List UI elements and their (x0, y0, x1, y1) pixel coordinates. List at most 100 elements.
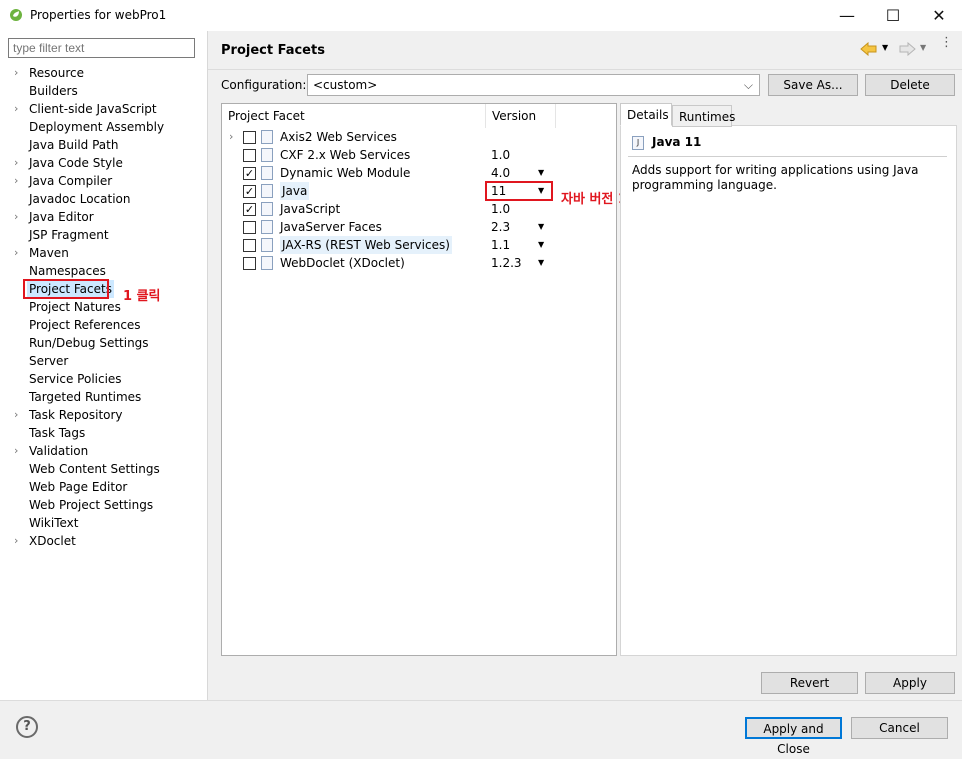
cancel-button[interactable]: Cancel (851, 717, 948, 739)
tab-runtimes[interactable]: Runtimes (672, 105, 735, 127)
version-dropdown-icon[interactable]: ▼ (538, 236, 544, 254)
nav-item-run-debug-settings[interactable]: Run/Debug Settings (29, 334, 149, 352)
revert-button[interactable]: Revert (761, 672, 858, 694)
app-icon (10, 9, 22, 21)
configuration-value: <custom> (313, 78, 378, 92)
details-divider (628, 156, 947, 157)
configuration-label: Configuration: (221, 78, 307, 92)
chevron-right-icon[interactable]: › (14, 100, 24, 118)
nav-item-jsp-fragment[interactable]: JSP Fragment (29, 226, 109, 244)
window-title: Properties for webPro1 (30, 8, 167, 22)
nav-item-project-references[interactable]: Project References (29, 316, 141, 334)
save-as-button[interactable]: Save As... (768, 74, 858, 96)
facet-row[interactable]: JAX-RS (REST Web Services) 1.1 ▼ (222, 236, 616, 254)
column-header-version[interactable]: Version (486, 104, 556, 128)
facet-row[interactable]: ✓ Java 11 ▼ (222, 182, 616, 200)
forward-dropdown-icon[interactable]: ▼ (920, 43, 926, 52)
facet-version[interactable]: 4.0 (491, 164, 510, 182)
facet-row[interactable]: › Axis2 Web Services (222, 128, 616, 146)
nav-item-java-build-path[interactable]: Java Build Path (29, 136, 118, 154)
facet-name: JAX-RS (REST Web Services) (280, 236, 452, 254)
apply-and-close-button[interactable]: Apply and Close (745, 717, 842, 756)
chevron-down-icon: ⌵ (743, 78, 753, 92)
maximize-button[interactable]: ☐ (870, 0, 916, 30)
facet-name: Dynamic Web Module (280, 166, 411, 180)
facet-name: CXF 2.x Web Services (280, 148, 411, 162)
chevron-right-icon[interactable]: › (14, 172, 24, 190)
facet-checkbox[interactable] (243, 131, 256, 144)
facet-icon (261, 238, 273, 252)
nav-item-task-repository[interactable]: Task Repository (29, 406, 123, 424)
facet-icon (261, 220, 273, 234)
chevron-right-icon[interactable]: › (14, 244, 24, 262)
column-header-facet[interactable]: Project Facet (222, 104, 486, 128)
view-menu-icon[interactable]: ⋮ (940, 36, 953, 49)
chevron-right-icon[interactable]: › (229, 128, 233, 146)
facet-checkbox[interactable]: ✓ (243, 185, 256, 198)
nav-item-service-policies[interactable]: Service Policies (29, 370, 122, 388)
chevron-right-icon[interactable]: › (14, 64, 24, 82)
facet-checkbox[interactable] (243, 149, 256, 162)
page-title: Project Facets (221, 43, 325, 58)
forward-arrow-icon[interactable] (898, 42, 916, 56)
back-arrow-icon[interactable] (860, 42, 878, 56)
nav-item-targeted-runtimes[interactable]: Targeted Runtimes (29, 388, 141, 406)
nav-item-java-code-style[interactable]: Java Code Style (29, 154, 123, 172)
configuration-select[interactable]: <custom> ⌵ (307, 74, 760, 96)
facet-row[interactable]: ✓ JavaScript 1.0 (222, 200, 616, 218)
facet-checkbox[interactable] (243, 221, 256, 234)
nav-item-builders[interactable]: Builders (29, 82, 78, 100)
chevron-right-icon[interactable]: › (14, 208, 24, 226)
nav-item-client-side-javascript[interactable]: Client-side JavaScript (29, 100, 157, 118)
help-icon[interactable]: ? (16, 716, 38, 738)
chevron-right-icon[interactable]: › (14, 154, 24, 172)
nav-item-web-content-settings[interactable]: Web Content Settings (29, 460, 160, 478)
minimize-button[interactable]: — (824, 0, 870, 30)
version-dropdown-icon[interactable]: ▼ (538, 164, 544, 182)
back-dropdown-icon[interactable]: ▼ (882, 43, 888, 52)
details-description: Adds support for writing applications us… (632, 163, 919, 192)
nav-item-javadoc-location[interactable]: Javadoc Location (29, 190, 130, 208)
nav-item-resource[interactable]: Resource (29, 64, 84, 82)
nav-item-maven[interactable]: Maven (29, 244, 69, 262)
filter-input[interactable] (8, 38, 195, 58)
facet-version[interactable]: 2.3 (491, 218, 510, 236)
nav-item-project-natures[interactable]: Project Natures (29, 298, 121, 316)
nav-item-xdoclet[interactable]: XDoclet (29, 532, 76, 550)
chevron-right-icon[interactable]: › (14, 532, 24, 550)
facet-version[interactable]: 1.1 (491, 236, 510, 254)
facet-icon (261, 148, 273, 162)
nav-item-task-tags[interactable]: Task Tags (29, 424, 85, 442)
facet-checkbox[interactable] (243, 239, 256, 252)
facet-name: WebDoclet (XDoclet) (280, 256, 405, 270)
chevron-right-icon[interactable]: › (14, 442, 24, 460)
nav-item-java-editor[interactable]: Java Editor (29, 208, 94, 226)
apply-button[interactable]: Apply (865, 672, 955, 694)
delete-button[interactable]: Delete (865, 74, 955, 96)
facet-name: Java (280, 182, 310, 200)
nav-item-java-compiler[interactable]: Java Compiler (29, 172, 112, 190)
close-button[interactable]: ✕ (916, 0, 962, 30)
chevron-right-icon[interactable]: › (14, 406, 24, 424)
facet-row[interactable]: JavaServer Faces 2.3 ▼ (222, 218, 616, 236)
tab-details[interactable]: Details (620, 103, 672, 126)
facet-row[interactable]: CXF 2.x Web Services 1.0 (222, 146, 616, 164)
version-dropdown-icon[interactable]: ▼ (538, 218, 544, 236)
nav-item-deployment-assembly[interactable]: Deployment Assembly (29, 118, 164, 136)
facet-checkbox[interactable]: ✓ (243, 167, 256, 180)
nav-item-wikitext[interactable]: WikiText (29, 514, 79, 532)
nav-item-server[interactable]: Server (29, 352, 68, 370)
facet-version[interactable]: 1.2.3 (491, 254, 522, 272)
nav-item-validation[interactable]: Validation (29, 442, 88, 460)
nav-item-web-project-settings[interactable]: Web Project Settings (29, 496, 153, 514)
facet-checkbox[interactable]: ✓ (243, 203, 256, 216)
nav-item-web-page-editor[interactable]: Web Page Editor (29, 478, 127, 496)
nav-item-namespaces[interactable]: Namespaces (29, 262, 106, 280)
facet-row[interactable]: WebDoclet (XDoclet) 1.2.3 ▼ (222, 254, 616, 272)
details-title: Java 11 (652, 135, 702, 149)
facet-icon (261, 130, 273, 144)
facet-version: 1.0 (491, 148, 511, 162)
version-dropdown-icon[interactable]: ▼ (538, 254, 544, 272)
facet-checkbox[interactable] (243, 257, 256, 270)
facet-row[interactable]: ✓ Dynamic Web Module 4.0 ▼ (222, 164, 616, 182)
